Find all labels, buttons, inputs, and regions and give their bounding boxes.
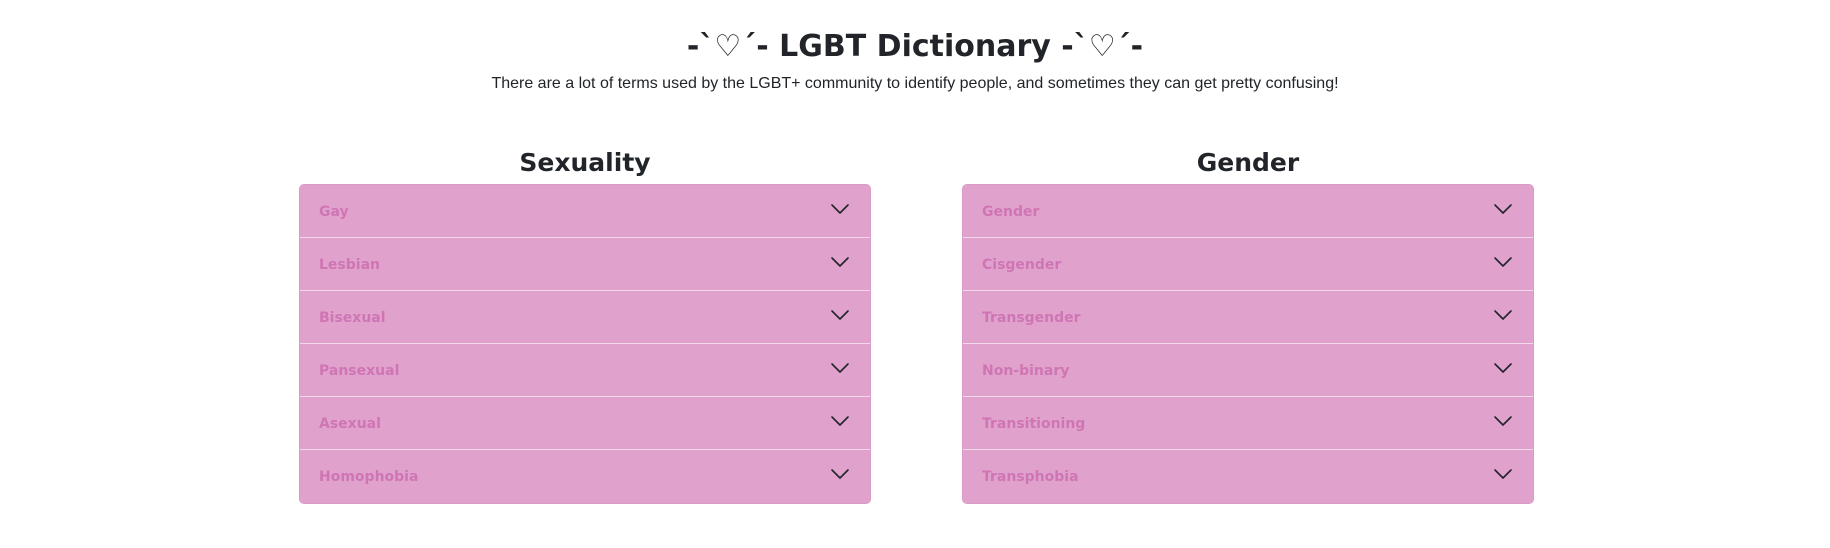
chevron-down-icon [830, 414, 850, 428]
chevron-down-icon [1493, 202, 1513, 216]
accordion-item-asexual[interactable]: Asexual [300, 397, 870, 450]
accordion-item-label: Cisgender [982, 257, 1062, 273]
chevron-down-icon [1493, 414, 1513, 428]
chevron-down-icon [1493, 255, 1513, 269]
accordion-item-gay[interactable]: Gay [300, 185, 870, 238]
accordion-item-label: Asexual [319, 416, 381, 432]
sexuality-accordion: Gay Lesbian Bisexual Pansexual Asexual H… [299, 184, 871, 504]
accordion-item-lesbian[interactable]: Lesbian [300, 238, 870, 291]
chevron-down-icon [830, 361, 850, 375]
chevron-down-icon [1493, 467, 1513, 481]
gender-accordion: Gender Cisgender Transgender Non-binary … [962, 184, 1534, 504]
accordion-item-pansexual[interactable]: Pansexual [300, 344, 870, 397]
accordion-item-label: Transphobia [982, 469, 1079, 485]
chevron-down-icon [830, 202, 850, 216]
chevron-down-icon [830, 255, 850, 269]
accordion-item-label: Transgender [982, 310, 1081, 326]
sexuality-section: Sexuality Gay Lesbian Bisexual Pansexual… [299, 146, 871, 504]
chevron-down-icon [1493, 308, 1513, 322]
accordion-item-label: Transitioning [982, 416, 1086, 432]
accordion-item-label: Gender [982, 204, 1040, 220]
accordion-item-label: Bisexual [319, 310, 386, 326]
accordion-item-label: Non-binary [982, 363, 1070, 379]
accordion-item-non-binary[interactable]: Non-binary [963, 344, 1533, 397]
accordion-item-cisgender[interactable]: Cisgender [963, 238, 1533, 291]
accordion-item-gender[interactable]: Gender [963, 185, 1533, 238]
page-subtitle: There are a lot of terms used by the LGB… [491, 75, 1339, 92]
page-title: -ˋ♡ˊ- LGBT Dictionary -ˋ♡ˊ- [686, 29, 1144, 64]
gender-section: Gender Gender Cisgender Transgender Non-… [962, 146, 1534, 504]
sexuality-heading: Sexuality [519, 148, 651, 177]
page: -ˋ♡ˊ- LGBT Dictionary -ˋ♡ˊ- There are a … [0, 0, 1830, 548]
accordion-item-label: Lesbian [319, 257, 380, 273]
accordion-item-transgender[interactable]: Transgender [963, 291, 1533, 344]
chevron-down-icon [830, 308, 850, 322]
accordion-item-homophobia[interactable]: Homophobia [300, 450, 870, 503]
accordion-item-label: Homophobia [319, 469, 419, 485]
accordion-item-transphobia[interactable]: Transphobia [963, 450, 1533, 503]
accordion-item-transitioning[interactable]: Transitioning [963, 397, 1533, 450]
accordion-item-bisexual[interactable]: Bisexual [300, 291, 870, 344]
accordion-item-label: Gay [319, 204, 349, 220]
chevron-down-icon [1493, 361, 1513, 375]
accordion-item-label: Pansexual [319, 363, 400, 379]
chevron-down-icon [830, 467, 850, 481]
gender-heading: Gender [1196, 148, 1300, 177]
